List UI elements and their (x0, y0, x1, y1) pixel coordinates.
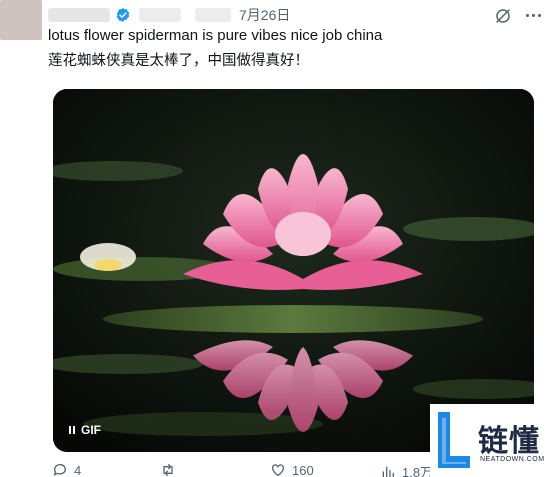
repost-icon (163, 464, 173, 476)
handle-redacted-2 (195, 8, 231, 22)
tweet: 7月26日 lotus flower spiderman is pure vib… (0, 0, 550, 477)
repost-button[interactable] (160, 462, 182, 477)
gif-label: GIF (81, 423, 101, 437)
reply-button[interactable]: 4 (52, 462, 81, 477)
like-button[interactable]: 160 (270, 462, 314, 477)
avatar[interactable] (0, 0, 42, 40)
lotus-image (53, 89, 534, 452)
watermark-logo (438, 412, 470, 468)
post-date[interactable]: 7月26日 (239, 5, 290, 25)
reply-count: 4 (74, 462, 82, 477)
views-button[interactable]: 1.8万 (380, 462, 433, 477)
more-options-icon[interactable] (522, 6, 544, 24)
heart-icon (272, 464, 284, 477)
grok-icon[interactable] (494, 7, 512, 25)
view-count: 1.8万 (402, 465, 434, 477)
display-name-redacted[interactable] (48, 8, 110, 22)
watermark-url: NEATDOWN.COM (480, 456, 545, 463)
views-icon (382, 466, 394, 477)
pause-icon (69, 426, 75, 434)
watermark-text: 链懂 (478, 424, 540, 459)
tweet-header: 7月26日 (48, 6, 290, 24)
action-bar: 4 160 1.8万 (48, 462, 468, 477)
like-count: 160 (292, 462, 314, 477)
tweet-text-chinese: 莲花蜘蛛侠真是太棒了，中国做得真好！ (48, 53, 309, 69)
verified-badge-icon (116, 8, 130, 22)
reply-icon (53, 464, 66, 476)
tweet-text-english: lotus flower spiderman is pure vibes nic… (48, 27, 383, 44)
site-watermark: 链懂 NEATDOWN.COM (430, 404, 550, 477)
gif-media[interactable]: GIF (53, 89, 534, 452)
gif-badge[interactable]: GIF (63, 420, 107, 440)
handle-redacted[interactable] (139, 8, 181, 22)
